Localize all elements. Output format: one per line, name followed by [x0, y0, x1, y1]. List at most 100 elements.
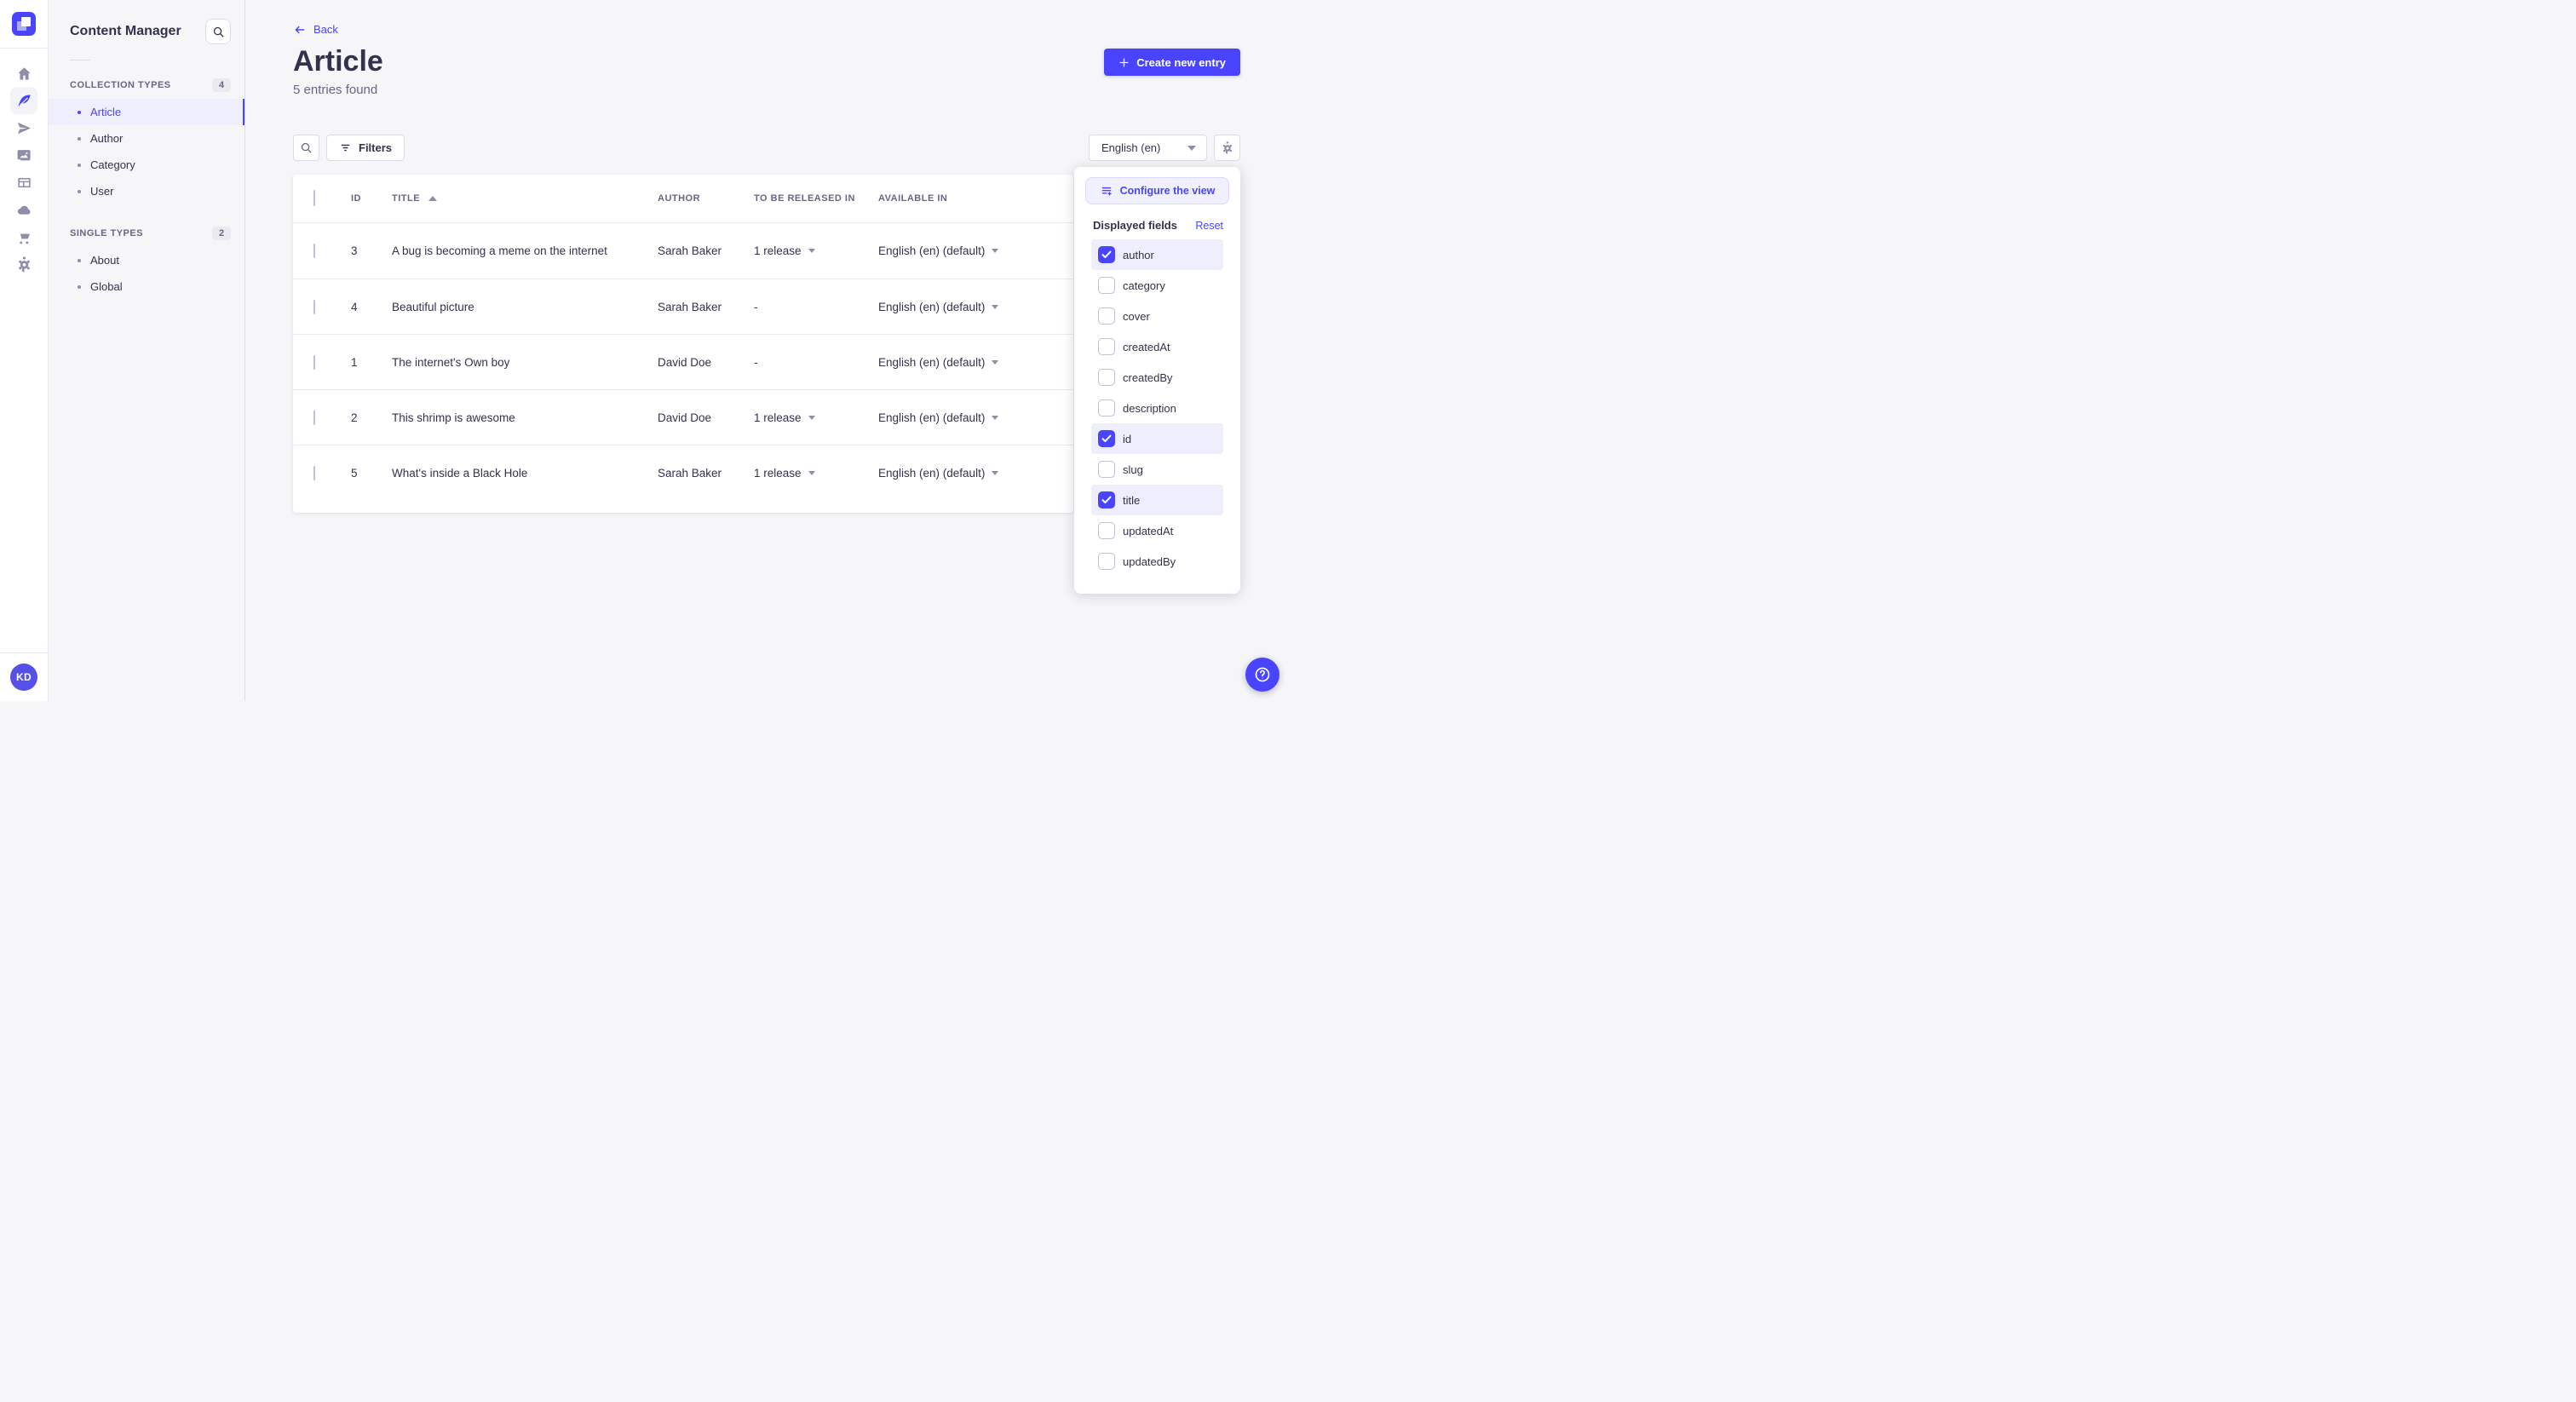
displayed-fields-title: Displayed fields: [1093, 219, 1177, 232]
cell-available-locales[interactable]: English (en) (default): [878, 411, 1053, 424]
checkbox-unchecked-icon[interactable]: [1098, 338, 1115, 355]
help-button[interactable]: [1245, 658, 1279, 692]
cell-available-locales[interactable]: English (en) (default): [878, 356, 1053, 369]
single-types-list: About Global: [49, 247, 244, 300]
sidebar-item-about[interactable]: About: [49, 247, 244, 273]
sidebar-item-label: User: [90, 185, 114, 198]
checkbox-unchecked-icon[interactable]: [1098, 553, 1115, 570]
sidebar-item-user[interactable]: User: [49, 178, 244, 204]
row-checkbox[interactable]: [313, 410, 315, 425]
checkbox-checked-icon[interactable]: [1098, 491, 1115, 509]
sidebar-item-article[interactable]: Article: [49, 99, 244, 125]
bullet-icon: [78, 284, 81, 289]
checkbox-checked-icon[interactable]: [1098, 246, 1115, 263]
cell-id: 4: [351, 300, 358, 313]
back-link[interactable]: Back: [293, 23, 338, 36]
configure-label: Configure the view: [1119, 185, 1216, 197]
checkbox-unchecked-icon[interactable]: [1098, 522, 1115, 539]
chevron-down-icon: [808, 415, 815, 420]
column-header-release[interactable]: TO BE RELEASED IN: [754, 193, 878, 204]
field-option-updatedAt[interactable]: updatedAt: [1091, 515, 1223, 546]
checkbox-unchecked-icon[interactable]: [1098, 307, 1115, 325]
layout-icon[interactable]: [10, 169, 37, 196]
view-settings-popover: Configure the view Displayed fields Rese…: [1074, 167, 1240, 594]
bullet-icon: [78, 136, 81, 141]
checkbox-unchecked-icon[interactable]: [1098, 399, 1115, 417]
section-label-collection-types: COLLECTION TYPES: [70, 80, 171, 90]
section-label-single-types: SINGLE TYPES: [70, 228, 144, 238]
cell-release[interactable]: 1 release: [754, 467, 878, 480]
row-checkbox[interactable]: [313, 244, 315, 258]
sidebar-item-global[interactable]: Global: [49, 273, 244, 300]
cell-available-locales[interactable]: English (en) (default): [878, 301, 1053, 313]
field-option-createdAt[interactable]: createdAt: [1091, 331, 1223, 362]
table-row[interactable]: 1 The internet's Own boy David Doe - Eng…: [293, 334, 1073, 389]
field-option-id[interactable]: id: [1091, 423, 1223, 454]
field-option-category[interactable]: category: [1091, 270, 1223, 301]
sidebar-item-author[interactable]: Author: [49, 125, 244, 152]
row-checkbox[interactable]: [313, 299, 315, 314]
arrow-left-icon: [295, 26, 305, 33]
content-feather-icon[interactable]: [10, 87, 37, 114]
cell-available-locales[interactable]: English (en) (default): [878, 467, 1053, 480]
row-checkbox[interactable]: [313, 354, 315, 370]
reset-link[interactable]: Reset: [1195, 220, 1223, 232]
field-option-title[interactable]: title: [1091, 485, 1223, 515]
cell-release[interactable]: 1 release: [754, 411, 878, 424]
cart-icon[interactable]: [10, 223, 37, 250]
bullet-icon: [78, 110, 81, 114]
user-avatar[interactable]: KD: [10, 664, 37, 691]
create-button-label: Create new entry: [1136, 55, 1226, 69]
field-option-slug[interactable]: slug: [1091, 454, 1223, 485]
table-row[interactable]: 5 What's inside a Black Hole Sarah Baker…: [293, 445, 1073, 500]
column-header-author[interactable]: AUTHOR: [658, 193, 754, 204]
release-plane-icon[interactable]: [10, 114, 37, 141]
table-row[interactable]: 3 A bug is becoming a meme on the intern…: [293, 223, 1073, 279]
table-row[interactable]: 2 This shrimp is awesome David Doe 1 rel…: [293, 389, 1073, 445]
checkbox-unchecked-icon[interactable]: [1098, 277, 1115, 294]
settings-gear-icon[interactable]: [10, 250, 37, 278]
column-header-title[interactable]: TITLE: [392, 193, 658, 204]
row-checkbox[interactable]: [313, 465, 315, 480]
select-all-checkbox[interactable]: [313, 190, 315, 206]
cell-author: Sarah Baker: [658, 466, 722, 480]
filters-label: Filters: [359, 141, 393, 154]
column-header-available[interactable]: AVAILABLE IN: [878, 193, 1053, 204]
checkbox-unchecked-icon[interactable]: [1098, 369, 1115, 386]
field-option-author[interactable]: author: [1091, 239, 1223, 270]
table-row[interactable]: 4 Beautiful picture Sarah Baker - Englis…: [293, 279, 1073, 334]
search-icon: [301, 142, 312, 153]
cloud-icon[interactable]: [10, 196, 37, 223]
sidebar-search-button[interactable]: [205, 19, 231, 44]
configure-the-view-button[interactable]: Configure the view: [1085, 177, 1229, 204]
sidebar-item-label: Author: [90, 132, 124, 145]
field-option-updatedBy[interactable]: updatedBy: [1091, 546, 1223, 577]
sidebar-item-label: Category: [90, 158, 135, 171]
gear-icon: [1222, 141, 1232, 154]
view-settings-gear-button[interactable]: [1214, 135, 1240, 161]
sidebar-item-label: Article: [90, 106, 122, 118]
cell-available-locales[interactable]: English (en) (default): [878, 244, 1053, 257]
back-label: Back: [313, 23, 338, 36]
create-new-entry-button[interactable]: Create new entry: [1104, 49, 1240, 76]
column-header-id[interactable]: ID: [351, 193, 392, 204]
filters-button[interactable]: Filters: [326, 135, 405, 161]
media-images-icon[interactable]: [10, 141, 37, 169]
checkbox-checked-icon[interactable]: [1098, 430, 1115, 447]
field-option-cover[interactable]: cover: [1091, 301, 1223, 331]
field-option-createdBy[interactable]: createdBy: [1091, 362, 1223, 393]
chevron-down-icon: [808, 470, 815, 475]
chevron-down-icon: [992, 249, 999, 253]
cell-release[interactable]: 1 release: [754, 244, 878, 257]
locale-select[interactable]: English (en): [1089, 135, 1207, 161]
configure-list-icon: [1101, 187, 1112, 196]
sidebar-item-category[interactable]: Category: [49, 152, 244, 178]
sidebar-item-label: About: [90, 254, 119, 267]
strapi-logo[interactable]: [12, 12, 36, 36]
cell-title: This shrimp is awesome: [392, 411, 515, 424]
table-search-button[interactable]: [293, 135, 319, 161]
field-option-description[interactable]: description: [1091, 393, 1223, 423]
cell-id: 2: [351, 411, 358, 424]
checkbox-unchecked-icon[interactable]: [1098, 461, 1115, 478]
home-icon[interactable]: [10, 60, 37, 87]
